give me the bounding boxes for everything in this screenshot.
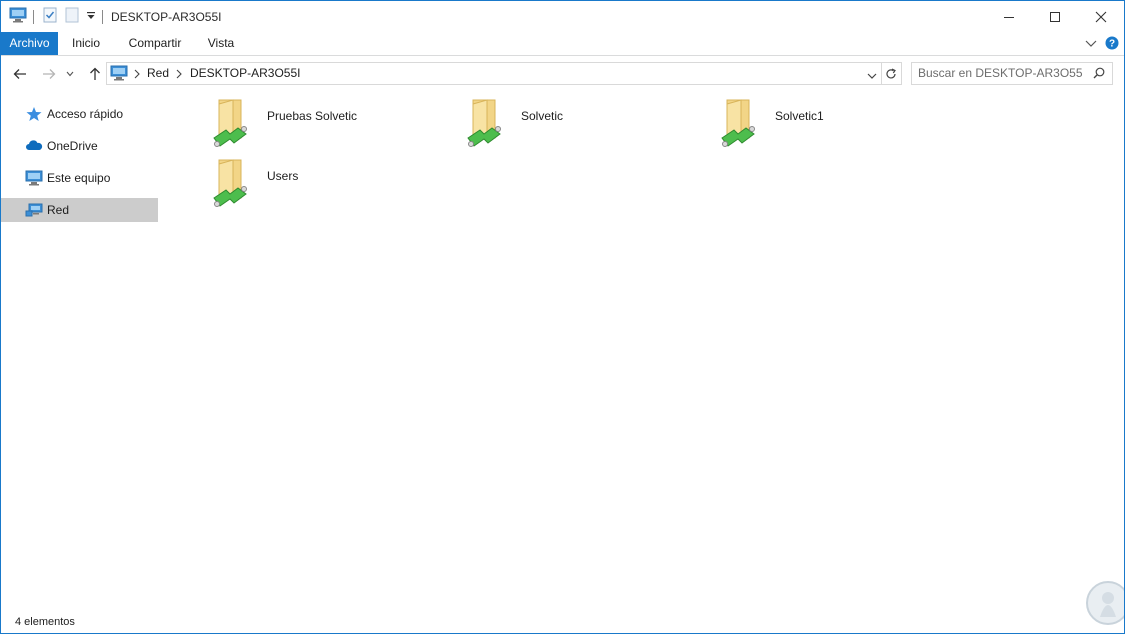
window-title: DESKTOP-AR3O55I bbox=[111, 10, 222, 24]
refresh-icon bbox=[886, 67, 896, 78]
recent-locations-button[interactable] bbox=[63, 64, 77, 84]
folder-name: Pruebas Solvetic bbox=[267, 109, 358, 123]
computer-icon[interactable] bbox=[9, 7, 27, 26]
shared-folder-icon bbox=[211, 98, 251, 148]
folder-name: Users bbox=[267, 169, 299, 183]
shared-folder-icon bbox=[465, 98, 505, 148]
explorer-window: DESKTOP-AR3O55I Archivo Inicio Compartir… bbox=[0, 0, 1125, 634]
computer-icon bbox=[110, 65, 128, 84]
star-icon bbox=[25, 106, 43, 122]
shared-folder-icon bbox=[719, 98, 759, 148]
up-button[interactable] bbox=[85, 64, 105, 84]
address-bar[interactable]: Red DESKTOP-AR3O55I bbox=[106, 62, 882, 85]
sidebar-item-acceso-rapido[interactable]: Acceso rápido bbox=[1, 102, 158, 126]
close-icon bbox=[1095, 11, 1107, 22]
expand-ribbon-chevron-icon[interactable] bbox=[1085, 38, 1097, 52]
properties-icon[interactable] bbox=[42, 7, 58, 26]
tab-vista[interactable]: Vista bbox=[198, 32, 244, 55]
back-button[interactable] bbox=[10, 64, 30, 84]
svg-text:?: ? bbox=[1109, 39, 1115, 50]
sidebar-item-red[interactable]: Red bbox=[1, 198, 158, 222]
folder-name: Solvetic bbox=[521, 109, 564, 123]
tab-archivo[interactable]: Archivo bbox=[1, 32, 58, 55]
forward-arrow-icon bbox=[43, 69, 56, 79]
sidebar-item-label: Acceso rápido bbox=[47, 107, 124, 121]
forward-button[interactable] bbox=[39, 64, 59, 84]
breadcrumb-desktop[interactable]: DESKTOP-AR3O55I bbox=[190, 66, 300, 80]
status-bar: 4 elementos bbox=[1, 609, 1124, 633]
up-arrow-icon bbox=[90, 67, 100, 80]
shared-folder-item[interactable]: Solvetic1 bbox=[709, 96, 949, 152]
watermark-logo bbox=[1078, 541, 1124, 633]
search-icon[interactable] bbox=[1093, 67, 1105, 82]
minimize-icon bbox=[1004, 16, 1014, 18]
breadcrumb-red[interactable]: Red bbox=[147, 66, 169, 80]
computer-icon bbox=[25, 170, 43, 186]
folder-name: Solvetic1 bbox=[775, 109, 824, 123]
sidebar-item-label: Este equipo bbox=[47, 171, 111, 185]
breadcrumb-chevron-icon[interactable] bbox=[134, 68, 140, 82]
maximize-icon bbox=[1050, 11, 1060, 22]
close-button[interactable] bbox=[1078, 1, 1124, 32]
refresh-button[interactable] bbox=[881, 62, 902, 85]
sidebar-item-label: Red bbox=[47, 203, 70, 217]
item-count: 4 elementos bbox=[15, 616, 75, 628]
search-input[interactable] bbox=[918, 65, 1083, 81]
cloud-icon bbox=[25, 138, 43, 154]
title-bar: DESKTOP-AR3O55I bbox=[1, 1, 1124, 32]
shared-folder-icon bbox=[211, 158, 251, 208]
help-icon[interactable]: ? bbox=[1105, 36, 1119, 53]
quick-access-separator bbox=[33, 10, 34, 24]
back-arrow-icon bbox=[13, 69, 26, 79]
tab-compartir[interactable]: Compartir bbox=[119, 32, 191, 55]
sidebar-item-onedrive[interactable]: OneDrive bbox=[1, 134, 158, 158]
network-icon bbox=[25, 202, 43, 218]
shared-folder-item[interactable]: Pruebas Solvetic bbox=[201, 96, 441, 152]
shared-folder-item[interactable]: Solvetic bbox=[455, 96, 695, 152]
chevron-down-icon bbox=[66, 71, 74, 77]
shared-folder-item[interactable]: Users bbox=[201, 156, 441, 212]
breadcrumb-chevron-icon[interactable] bbox=[176, 68, 182, 82]
tab-inicio[interactable]: Inicio bbox=[60, 32, 112, 55]
search-box[interactable] bbox=[911, 62, 1113, 85]
ribbon-tabs: Archivo Inicio Compartir Vista ? bbox=[1, 32, 1124, 56]
title-separator bbox=[102, 10, 103, 24]
address-history-chevron-icon[interactable] bbox=[867, 69, 877, 83]
navigation-bar: Red DESKTOP-AR3O55I bbox=[1, 56, 1124, 92]
navigation-pane: Acceso rápido OneDrive Este equipo Red bbox=[1, 102, 158, 230]
sidebar-item-label: OneDrive bbox=[47, 139, 98, 153]
file-list: Pruebas Solvetic Solvetic Solvetic1 User… bbox=[201, 96, 1101, 606]
minimize-button[interactable] bbox=[986, 1, 1032, 32]
sidebar-item-este-equipo[interactable]: Este equipo bbox=[1, 166, 158, 190]
maximize-button[interactable] bbox=[1032, 1, 1078, 32]
new-folder-icon[interactable] bbox=[64, 7, 80, 26]
customize-toolbar-chevron-icon[interactable] bbox=[86, 10, 96, 24]
